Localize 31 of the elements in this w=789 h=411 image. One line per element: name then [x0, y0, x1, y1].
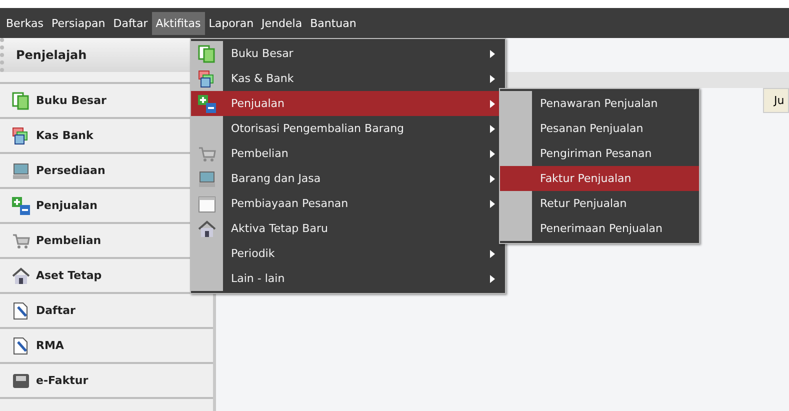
menu-bar-item[interactable]: Laporan	[204, 12, 258, 34]
sidebar-item[interactable]: e-Faktur	[0, 364, 213, 399]
menu-item[interactable]: Retur Penjualan	[500, 191, 699, 216]
windows-icon	[198, 70, 216, 88]
computer-icon	[12, 162, 30, 180]
pages-icon	[198, 44, 216, 62]
menu-item[interactable]: Pesanan Penjualan	[500, 116, 699, 141]
document-pencil-icon	[12, 302, 30, 320]
menu-bar-item[interactable]: Aktifitas	[152, 12, 205, 34]
sidebar-item[interactable]: Daftar	[0, 294, 213, 329]
sidebar-item[interactable]: RMA	[0, 329, 213, 364]
menu-bar-item[interactable]: Persiapan	[48, 12, 110, 34]
computer-icon	[198, 170, 216, 188]
menu-bar-item[interactable]: Berkas	[2, 12, 48, 34]
menu-bar-item[interactable]: Bantuan	[306, 12, 360, 34]
column-header: Ju	[763, 88, 789, 113]
plus-minus-icon	[12, 196, 30, 214]
document-pencil-icon	[12, 336, 30, 354]
menu-item[interactable]: Penerimaan Penjualan	[500, 216, 699, 241]
menu-bar-item[interactable]: Daftar	[109, 12, 152, 34]
menu-bar-item[interactable]: Jendela	[258, 12, 306, 34]
pages-icon	[12, 92, 30, 110]
menu-item[interactable]: Pengiriman Pesanan	[500, 141, 699, 166]
house-icon	[12, 266, 30, 284]
windows-icon	[12, 126, 30, 144]
house-icon	[198, 220, 216, 238]
cart-icon	[198, 144, 216, 162]
cart-icon	[12, 232, 30, 250]
calendar-icon	[198, 194, 216, 212]
plus-minus-icon	[198, 94, 216, 112]
device-icon	[12, 372, 30, 390]
